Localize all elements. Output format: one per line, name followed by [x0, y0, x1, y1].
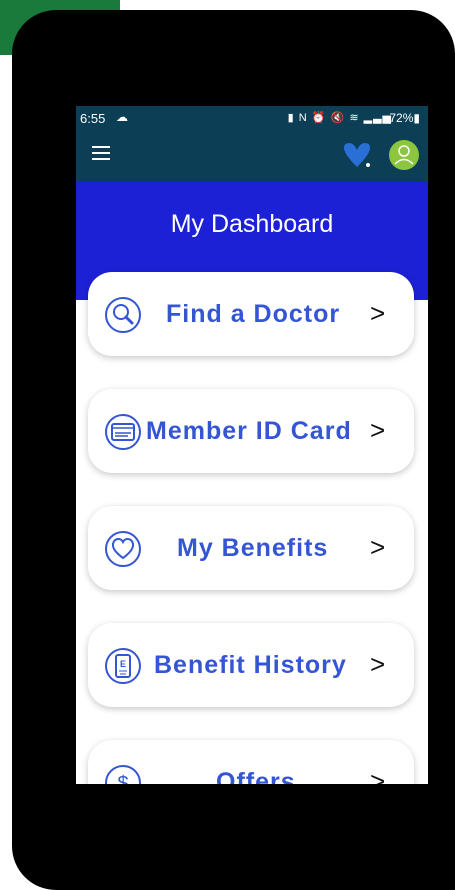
id-card-icon: [105, 414, 141, 450]
cloud-icon: ☁: [116, 110, 128, 124]
battery-percent: 72%: [389, 111, 414, 125]
status-time: 6:55: [80, 111, 106, 126]
offers-card[interactable]: $ Offers >: [88, 740, 414, 784]
battery-indicator: 72%▮: [389, 111, 420, 125]
svg-text:$: $: [117, 773, 128, 784]
dollar-icon: $: [105, 765, 141, 784]
user-icon: [394, 145, 414, 165]
chevron-right-icon: >: [370, 298, 386, 328]
heart-icon: [105, 531, 141, 567]
find-a-doctor-card[interactable]: Find a Doctor >: [88, 272, 414, 356]
phone-frame: 6:55 ☁ ▮ N ⏰ 🔇 ≋ ▂▃▅ 72%▮ My Dashboard F…: [12, 10, 455, 890]
page-title: My Dashboard: [170, 210, 334, 238]
brand-logo[interactable]: [342, 140, 372, 170]
app-bar: [76, 130, 428, 182]
battery-icon: ▮: [413, 111, 420, 125]
svg-text:E: E: [120, 659, 126, 669]
chevron-right-icon: >: [370, 766, 386, 784]
sim-icon: ▮: [287, 112, 295, 124]
avatar[interactable]: [389, 140, 419, 170]
chevron-right-icon: >: [370, 532, 386, 562]
mute-icon: 🔇: [330, 112, 346, 124]
signal-icon: ▂▃▅: [363, 112, 392, 124]
alarm-icon: ⏰: [311, 112, 327, 124]
phone-screen: 6:55 ☁ ▮ N ⏰ 🔇 ≋ ▂▃▅ 72%▮ My Dashboard F…: [76, 106, 428, 784]
member-id-card-card[interactable]: Member ID Card >: [88, 389, 414, 473]
chevron-right-icon: >: [370, 415, 386, 445]
wifi-icon: ≋: [349, 112, 360, 124]
card-label: Offers: [216, 768, 296, 784]
benefit-history-card[interactable]: E Benefit History >: [88, 623, 414, 707]
my-benefits-card[interactable]: My Benefits >: [88, 506, 414, 590]
card-label: Benefit History: [154, 651, 347, 679]
status-icons: ▮ N ⏰ 🔇 ≋ ▂▃▅: [288, 111, 392, 124]
card-label: Find a Doctor: [166, 300, 341, 328]
menu-icon[interactable]: [92, 146, 110, 160]
chevron-right-icon: >: [370, 649, 386, 679]
nfc-icon: N: [298, 112, 308, 124]
card-label: My Benefits: [177, 534, 329, 562]
search-icon: [105, 297, 141, 333]
eye-chart-icon: E: [105, 648, 141, 684]
status-bar: 6:55 ☁ ▮ N ⏰ 🔇 ≋ ▂▃▅ 72%▮: [76, 106, 428, 130]
card-label: Member ID Card: [146, 417, 352, 445]
